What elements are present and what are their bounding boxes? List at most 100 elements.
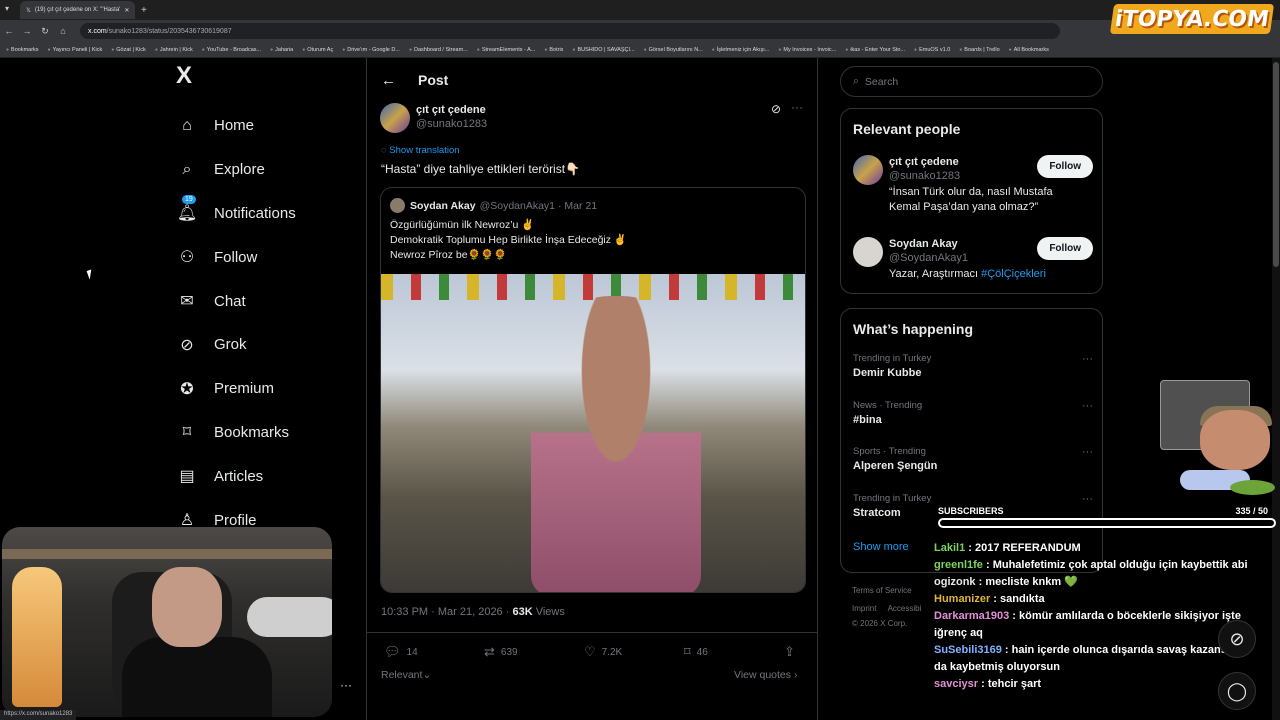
- bookmark-item[interactable]: BUSHIDO | SAVAŞÇI...: [572, 47, 634, 53]
- reload-icon[interactable]: ↻: [36, 26, 54, 37]
- chat-username[interactable]: greenl1fe: [934, 559, 983, 571]
- sidebar-item-articles[interactable]: ▤ Articles: [170, 454, 365, 498]
- chat-username[interactable]: savciysr: [934, 678, 978, 690]
- grok-icon[interactable]: ⊘: [1218, 620, 1256, 658]
- overlay-face: [1200, 410, 1270, 470]
- avatar[interactable]: [390, 198, 405, 213]
- more-options-icon[interactable]: ···: [791, 100, 803, 114]
- sidebar-item-explore[interactable]: ⌕ Explore: [170, 148, 365, 192]
- hashtag-link[interactable]: #ÇölÇiçekleri: [981, 268, 1046, 280]
- add-user-icon: ⚇: [179, 249, 195, 267]
- more-options-icon[interactable]: ···: [1082, 400, 1093, 412]
- sidebar-item-label: Notifications: [214, 204, 296, 222]
- chat-bubble-icon[interactable]: ◯: [1218, 672, 1256, 710]
- bookmark-item[interactable]: İşletmeniz için Akışı...: [712, 47, 770, 53]
- bookmark-icon: ⌑: [684, 644, 691, 659]
- avatar[interactable]: [853, 155, 883, 185]
- sidebar-item-follow[interactable]: ⚇ Follow: [170, 235, 365, 279]
- view-quotes-link[interactable]: View quotes ›: [734, 669, 797, 681]
- footer-accessibility[interactable]: Accessibi: [888, 604, 922, 613]
- quoted-post[interactable]: Soydan Akay @SoydanAkay1 · Mar 21 Özgürl…: [380, 187, 806, 593]
- chat-username[interactable]: Lakil1: [934, 542, 965, 554]
- bookmark-item[interactable]: ikas - Enter Your Sto...: [845, 47, 905, 53]
- follow-button[interactable]: Follow: [1037, 237, 1093, 260]
- bookmark-item[interactable]: Jaharia: [270, 47, 293, 53]
- chat-username[interactable]: SuSebili3169: [934, 644, 1002, 656]
- back-arrow-icon[interactable]: ←: [381, 72, 396, 89]
- avatar[interactable]: [380, 103, 410, 133]
- more-options-icon[interactable]: ···: [1082, 353, 1093, 365]
- footer-link[interactable]: Terms of Service: [852, 586, 912, 595]
- bookmark-item[interactable]: Jahrein | Kick: [155, 47, 193, 53]
- tab-close-icon[interactable]: ✕: [124, 7, 129, 14]
- home-nav-icon[interactable]: ⌂: [54, 26, 72, 36]
- views-label: Views: [532, 606, 565, 618]
- sidebar-item-premium[interactable]: ✪ Premium: [170, 367, 365, 411]
- reply-sort-dropdown[interactable]: Relevant⌄: [381, 669, 431, 681]
- whats-happening-card: What’s happening Trending in Turkey Demir…: [840, 308, 1103, 573]
- bookmark-item[interactable]: All Bookmarks: [1009, 47, 1049, 53]
- person-handle[interactable]: @sunako1283: [889, 169, 1029, 183]
- post-photo[interactable]: [381, 274, 805, 592]
- back-nav-icon[interactable]: ←: [0, 26, 18, 36]
- new-tab-icon[interactable]: +: [141, 5, 147, 16]
- sidebar-item-chat[interactable]: ✉ Chat: [170, 279, 365, 323]
- bookmark-item[interactable]: Yayıncı Paneli | Kick: [48, 47, 103, 53]
- tab-menu-icon[interactable]: ▾: [5, 4, 9, 13]
- more-icon[interactable]: ···: [340, 678, 352, 692]
- post-author[interactable]: çıt çıt çedene @sunako1283: [380, 103, 487, 133]
- bookmark-item[interactable]: Gözat | Kick: [111, 47, 146, 53]
- share-button[interactable]: ⇪: [784, 644, 795, 660]
- person-name[interactable]: çıt çıt çedene: [889, 155, 1029, 169]
- like-button[interactable]: ♡ 7.2K: [584, 644, 684, 660]
- sidebar-item-notifications[interactable]: 🔔︎ 19 Notifications: [170, 192, 365, 236]
- author-name[interactable]: çıt çıt çedene: [416, 103, 487, 117]
- bookmark-item[interactable]: My Invoices - Invoic...: [778, 47, 836, 53]
- chat-message: ogizonk : mecliste knkm 💚: [934, 574, 1254, 591]
- avatar[interactable]: [853, 237, 883, 267]
- more-options-icon[interactable]: ···: [1082, 446, 1093, 458]
- bookmark-item[interactable]: EmuOS v1.0: [914, 47, 950, 53]
- quoted-author-name[interactable]: Soydan Akay: [410, 200, 476, 212]
- bookmark-item[interactable]: Görsel Boyutlarını N...: [644, 47, 703, 53]
- show-translation-link[interactable]: ◌ Show translation: [381, 145, 460, 156]
- subs-count: 335 / 50: [1235, 506, 1268, 516]
- bookmark-item[interactable]: Botrix: [544, 47, 563, 53]
- bookmark-item[interactable]: Oturum Aç: [302, 47, 333, 53]
- person-row[interactable]: Soydan Akay @SoydanAkay1 Yazar, Araştırm…: [853, 237, 1093, 282]
- grok-icon[interactable]: ⊘: [771, 102, 781, 116]
- quoted-post-text: Özgürlüğümün ilk Newroz’u ✌️ Demokratik …: [390, 219, 627, 261]
- sidebar-item-bookmarks[interactable]: ⌑ Bookmarks: [170, 411, 365, 455]
- sidebar-item-grok[interactable]: ⊘ Grok: [170, 323, 365, 367]
- reply-button[interactable]: 💬︎ 14: [384, 644, 484, 660]
- bookmark-item[interactable]: Dashboard / Stream...: [409, 47, 468, 53]
- forward-nav-icon[interactable]: →: [18, 26, 36, 36]
- bookmark-item[interactable]: Boards | Trello: [959, 47, 999, 53]
- trend-item[interactable]: Sports · Trending Alperen Şengün ···: [853, 446, 1093, 472]
- url-input[interactable]: x.com/sunako1283/status/2035436730619087: [80, 23, 1060, 39]
- quoted-author-handle[interactable]: @SoydanAkay1: [480, 200, 555, 212]
- person-row[interactable]: çıt çıt çedene @sunako1283 “İnsan Türk o…: [853, 155, 1093, 215]
- chat-username[interactable]: Humanizer: [934, 593, 990, 605]
- author-handle[interactable]: @sunako1283: [416, 117, 487, 131]
- x-logo-icon[interactable]: X: [176, 62, 210, 96]
- bookmark-item[interactable]: StreamElements - A...: [477, 47, 536, 53]
- browser-tab[interactable]: 𝕏 (19) çıt çıt çedene on X: "'Hasta' ✕: [20, 1, 135, 19]
- chat-username[interactable]: Darkarma1903: [934, 610, 1009, 622]
- bookmark-item[interactable]: Bookmarks: [6, 47, 39, 53]
- trend-item[interactable]: Trending in Turkey Demir Kubbe ···: [853, 353, 1093, 379]
- bookmark-item[interactable]: Drive'ım - Google D...: [342, 47, 400, 53]
- chat-message: Lakil1 : 2017 REFERANDUM: [934, 540, 1254, 557]
- sidebar-item-home[interactable]: ⌂ Home: [170, 104, 365, 148]
- more-options-icon[interactable]: ···: [1082, 493, 1093, 505]
- chat-username[interactable]: ogizonk: [934, 576, 976, 588]
- follow-button[interactable]: Follow: [1037, 155, 1093, 178]
- trend-item[interactable]: News · Trending #bina ···: [853, 400, 1093, 426]
- scrollbar-thumb[interactable]: [1273, 62, 1279, 267]
- show-more-link[interactable]: Show more: [853, 541, 909, 553]
- repost-button[interactable]: ⇄ 639: [484, 644, 584, 660]
- bookmark-button[interactable]: ⌑ 46: [684, 644, 784, 660]
- bookmark-item[interactable]: YouTube - Broadcas...: [202, 47, 261, 53]
- search-input[interactable]: ⌕ Search: [840, 66, 1103, 97]
- footer-imprint[interactable]: Imprint: [852, 604, 876, 613]
